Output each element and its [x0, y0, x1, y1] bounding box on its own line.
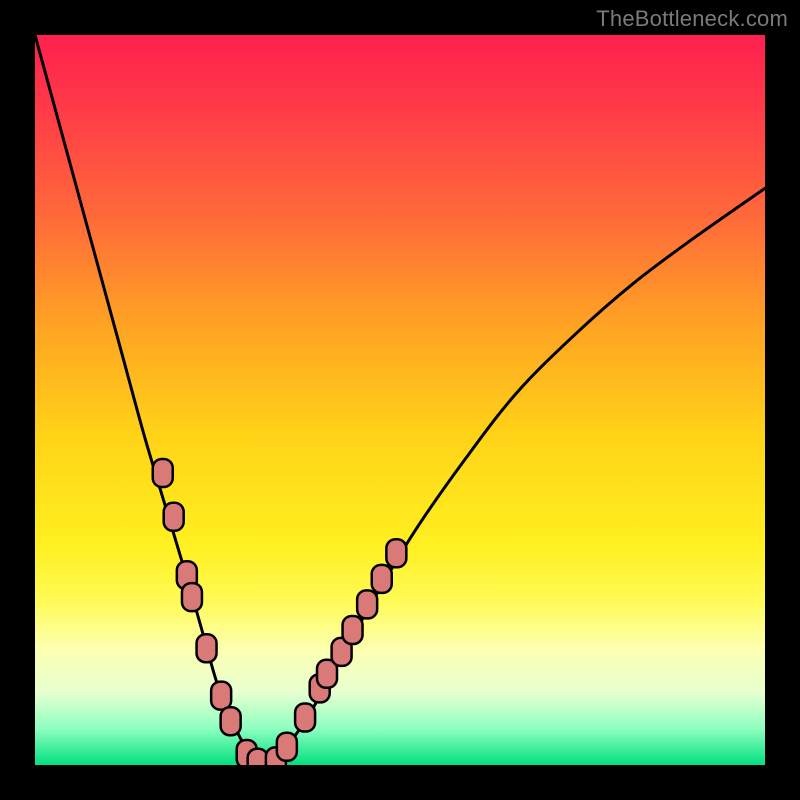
data-marker	[164, 503, 184, 531]
data-marker	[386, 539, 406, 567]
plot-area	[35, 35, 765, 765]
data-marker	[197, 634, 217, 662]
data-marker	[211, 682, 231, 710]
data-marker	[372, 565, 392, 593]
watermark-text: TheBottleneck.com	[596, 6, 788, 32]
outer-frame: TheBottleneck.com	[0, 0, 800, 800]
data-marker	[277, 733, 297, 761]
data-markers	[153, 459, 407, 765]
data-marker	[343, 616, 363, 644]
bottleneck-curve	[35, 35, 765, 765]
chart-overlay	[35, 35, 765, 765]
data-marker	[221, 707, 241, 735]
data-marker	[153, 459, 173, 487]
data-marker	[295, 704, 315, 732]
data-marker	[357, 590, 377, 618]
data-marker	[182, 583, 202, 611]
